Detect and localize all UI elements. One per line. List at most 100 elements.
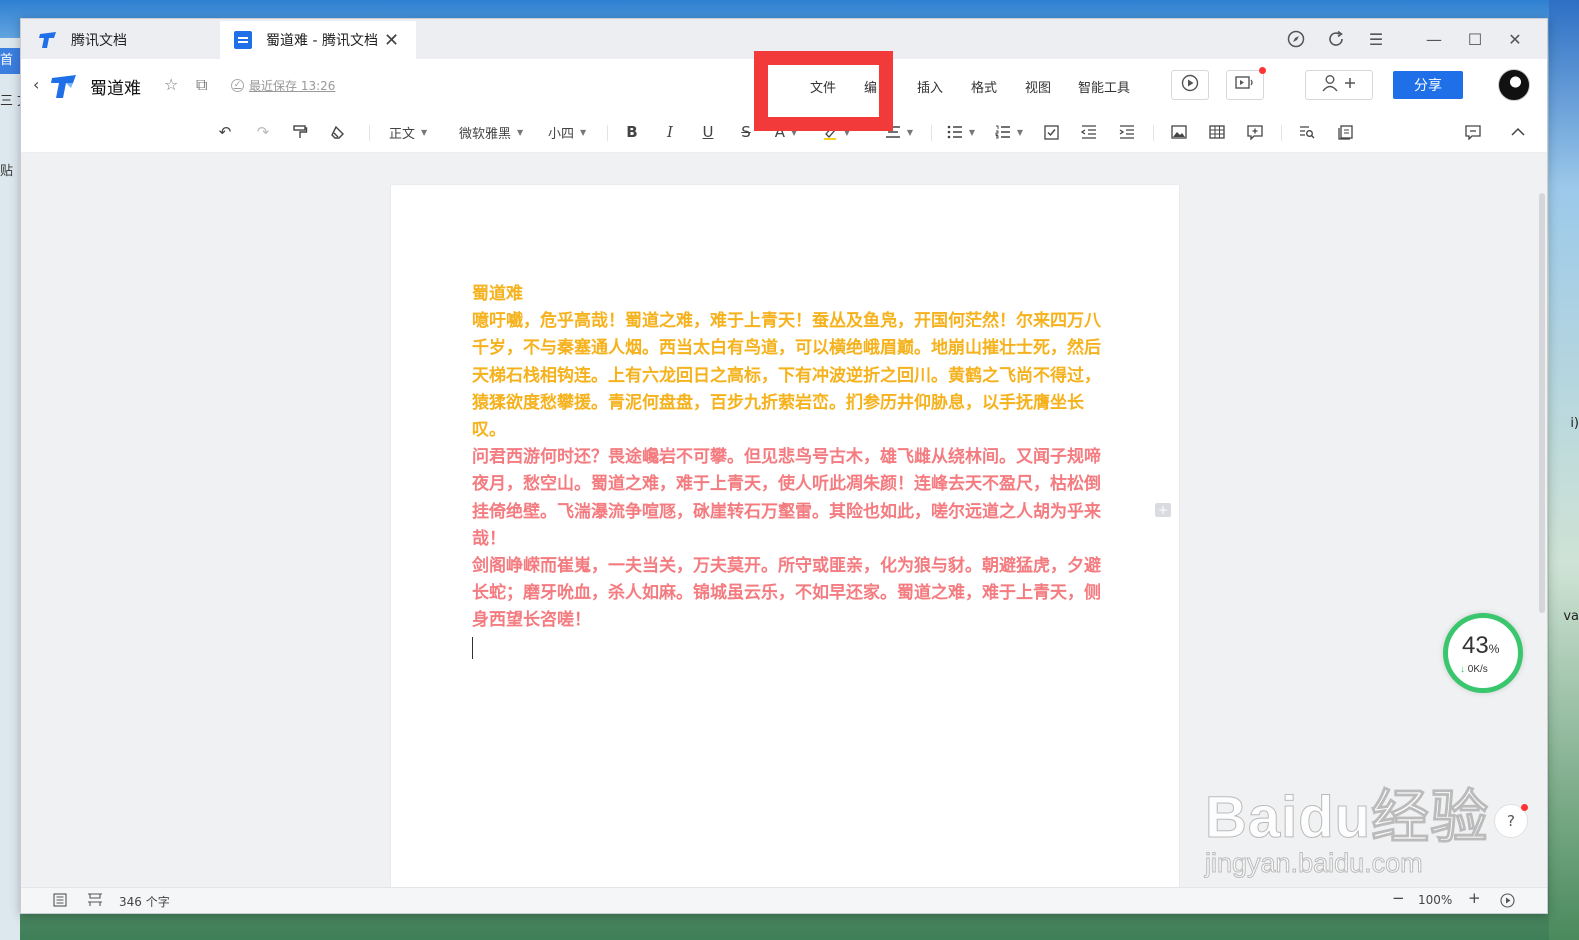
format-painter-icon[interactable]	[289, 121, 311, 143]
baidu-watermark: Baidu经验 jingyan.baidu.com	[1204, 770, 1490, 879]
increase-indent-icon[interactable]	[1116, 121, 1138, 143]
tab-document[interactable]: 蜀道难 - 腾讯文档 ✕	[220, 21, 416, 59]
decrease-indent-icon[interactable]	[1078, 121, 1100, 143]
share-button[interactable]: 分享	[1393, 71, 1463, 99]
network-speed-widget[interactable]: 43% ↓ 0K/s	[1443, 613, 1523, 693]
tab-document-label: 蜀道难 - 腾讯文档	[266, 33, 378, 49]
help-notification-dot	[1521, 804, 1528, 811]
caret-down-icon: ▼	[517, 127, 524, 137]
document-heading[interactable]: 蜀道难	[472, 281, 1102, 308]
comments-panel-icon[interactable]	[1462, 121, 1484, 143]
caret-down-icon: ▼	[580, 127, 587, 137]
play-icon[interactable]	[1500, 893, 1515, 911]
checklist-icon[interactable]	[1040, 121, 1062, 143]
tencent-docs-logo-icon	[37, 29, 59, 51]
close-window-icon[interactable]: ✕	[1502, 27, 1528, 51]
insert-comment-icon[interactable]	[1244, 121, 1266, 143]
desktop-left-strip: 首页 三 文 贴	[0, 38, 20, 940]
menu-view[interactable]: 视图	[1025, 77, 1051, 96]
outline-icon[interactable]	[53, 893, 67, 910]
insert-image-icon[interactable]	[1168, 121, 1190, 143]
star-icon[interactable]: ☆	[164, 75, 178, 94]
word-count: 346 个字	[119, 895, 170, 909]
bold-icon[interactable]: B	[621, 121, 643, 143]
paragraph-style-select[interactable]: 正文 ▼	[389, 121, 427, 143]
add-collaborator-button[interactable]	[1305, 70, 1373, 100]
zoom-out-icon[interactable]: −	[1392, 889, 1405, 907]
toolbar-separator	[369, 125, 370, 141]
font-size-value: 小四	[548, 126, 575, 142]
refresh-icon[interactable]	[1323, 27, 1349, 51]
tab-home[interactable]: 腾讯文档	[31, 21, 217, 59]
paragraph-2[interactable]: 问君西游何时还？畏途巉岩不可攀。但见悲鸟号古木，雄飞雌从绕林间。又闻子规啼夜月，…	[472, 444, 1102, 553]
font-family-select[interactable]: 微软雅黑 ▼	[459, 121, 523, 143]
tab-home-label: 腾讯文档	[71, 33, 127, 49]
desktop-right-text-2: va	[1563, 609, 1579, 624]
paragraph-style-value: 正文	[389, 126, 416, 142]
user-avatar[interactable]	[1498, 69, 1530, 101]
present-button[interactable]	[1171, 70, 1209, 100]
watermark-main-text: Baidu经验	[1204, 785, 1490, 851]
minimize-icon[interactable]: —	[1421, 27, 1447, 51]
paragraph-3[interactable]: 剑阁峥嵘而崔嵬，一夫当关，万夫莫开。所守或匪亲，化为狼与豺。朝避猛虎，夕避长蛇；…	[472, 553, 1102, 635]
zoom-level[interactable]: 100%	[1418, 893, 1452, 907]
underline-icon[interactable]: U	[697, 121, 719, 143]
text-cursor	[472, 636, 473, 659]
document-page[interactable]: 蜀道难 噫吁嚱，危乎高哉！蜀道之难，难于上青天！蚕丛及鱼凫，开国何茫然！尔来四万…	[391, 185, 1179, 905]
document-title[interactable]: 蜀道难	[90, 74, 141, 99]
close-tab-icon[interactable]: ✕	[384, 30, 399, 51]
toolbar-separator	[1281, 125, 1282, 141]
desktop-paste-text: 贴	[0, 164, 14, 179]
find-replace-icon[interactable]	[1296, 121, 1318, 143]
toolbar-separator	[1153, 125, 1154, 141]
maximize-icon[interactable]: ☐	[1462, 27, 1488, 51]
zoom-in-icon[interactable]: +	[1468, 889, 1481, 907]
doc-file-icon	[232, 29, 254, 51]
annotation-highlight-box	[754, 51, 893, 131]
notification-dot	[1259, 67, 1266, 74]
page-break-icon[interactable]	[87, 893, 103, 910]
paragraph-1[interactable]: 噫吁嚱，危乎高哉！蜀道之难，难于上青天！蚕丛及鱼凫，开国何茫然！尔来四万八千岁，…	[472, 308, 1102, 444]
desktop-home-tag: 首页	[0, 48, 20, 74]
document-body[interactable]: 蜀道难 噫吁嚱，危乎高哉！蜀道之难，难于上青天！蚕丛及鱼凫，开国何茫然！尔来四万…	[472, 281, 1102, 659]
toolbar-separator	[607, 125, 608, 141]
back-chevron-icon[interactable]: ‹	[33, 75, 39, 94]
screen-share-icon	[1235, 75, 1255, 95]
save-status: ✓ 最近保存 13:26	[231, 77, 335, 94]
help-label: ?	[1507, 812, 1515, 830]
add-user-icon	[1321, 74, 1357, 96]
toolbar-separator	[931, 125, 932, 141]
menu-insert[interactable]: 插入	[917, 77, 943, 96]
desktop-left-text: 三 文	[0, 94, 20, 109]
page-layout-icon[interactable]	[1334, 121, 1356, 143]
menu-format[interactable]: 格式	[971, 77, 997, 96]
speed-percent-unit: %	[1488, 642, 1500, 656]
font-family-value: 微软雅黑	[459, 126, 512, 142]
caret-down-icon: ▼	[421, 127, 428, 137]
download-arrow-icon: ↓	[1460, 664, 1465, 675]
bullet-list-icon[interactable]: ▼	[945, 121, 977, 143]
speed-percent: 43%	[1462, 632, 1500, 659]
add-block-icon[interactable]: +	[1155, 503, 1171, 517]
hamburger-menu-icon[interactable]: ☰	[1363, 27, 1389, 51]
compass-icon[interactable]	[1283, 27, 1309, 51]
undo-icon[interactable]: ↶	[214, 121, 236, 143]
desktop-right-text: i)	[1570, 416, 1579, 431]
clear-format-icon[interactable]	[327, 121, 349, 143]
italic-icon[interactable]: I	[659, 121, 681, 143]
font-size-select[interactable]: 小四 ▼	[548, 121, 586, 143]
vertical-scrollbar[interactable]	[1539, 193, 1545, 613]
speed-rate: ↓ 0K/s	[1460, 664, 1488, 675]
meeting-button[interactable]	[1226, 70, 1264, 100]
status-bar: 346 个字 − 100% +	[21, 887, 1547, 913]
collapse-toolbar-icon[interactable]	[1507, 121, 1529, 143]
tencent-docs-logo[interactable]	[49, 71, 79, 101]
help-button[interactable]: ?	[1494, 804, 1528, 838]
desktop-right-strip: i) va	[1549, 0, 1579, 940]
numbered-list-icon[interactable]: ▼	[993, 121, 1025, 143]
menu-smart-tools[interactable]: 智能工具	[1078, 77, 1130, 96]
move-to-folder-icon[interactable]: ⧉	[196, 75, 207, 95]
redo-icon[interactable]: ↷	[252, 121, 274, 143]
insert-table-icon[interactable]	[1206, 121, 1228, 143]
save-status-text: 最近保存 13:26	[249, 79, 336, 93]
